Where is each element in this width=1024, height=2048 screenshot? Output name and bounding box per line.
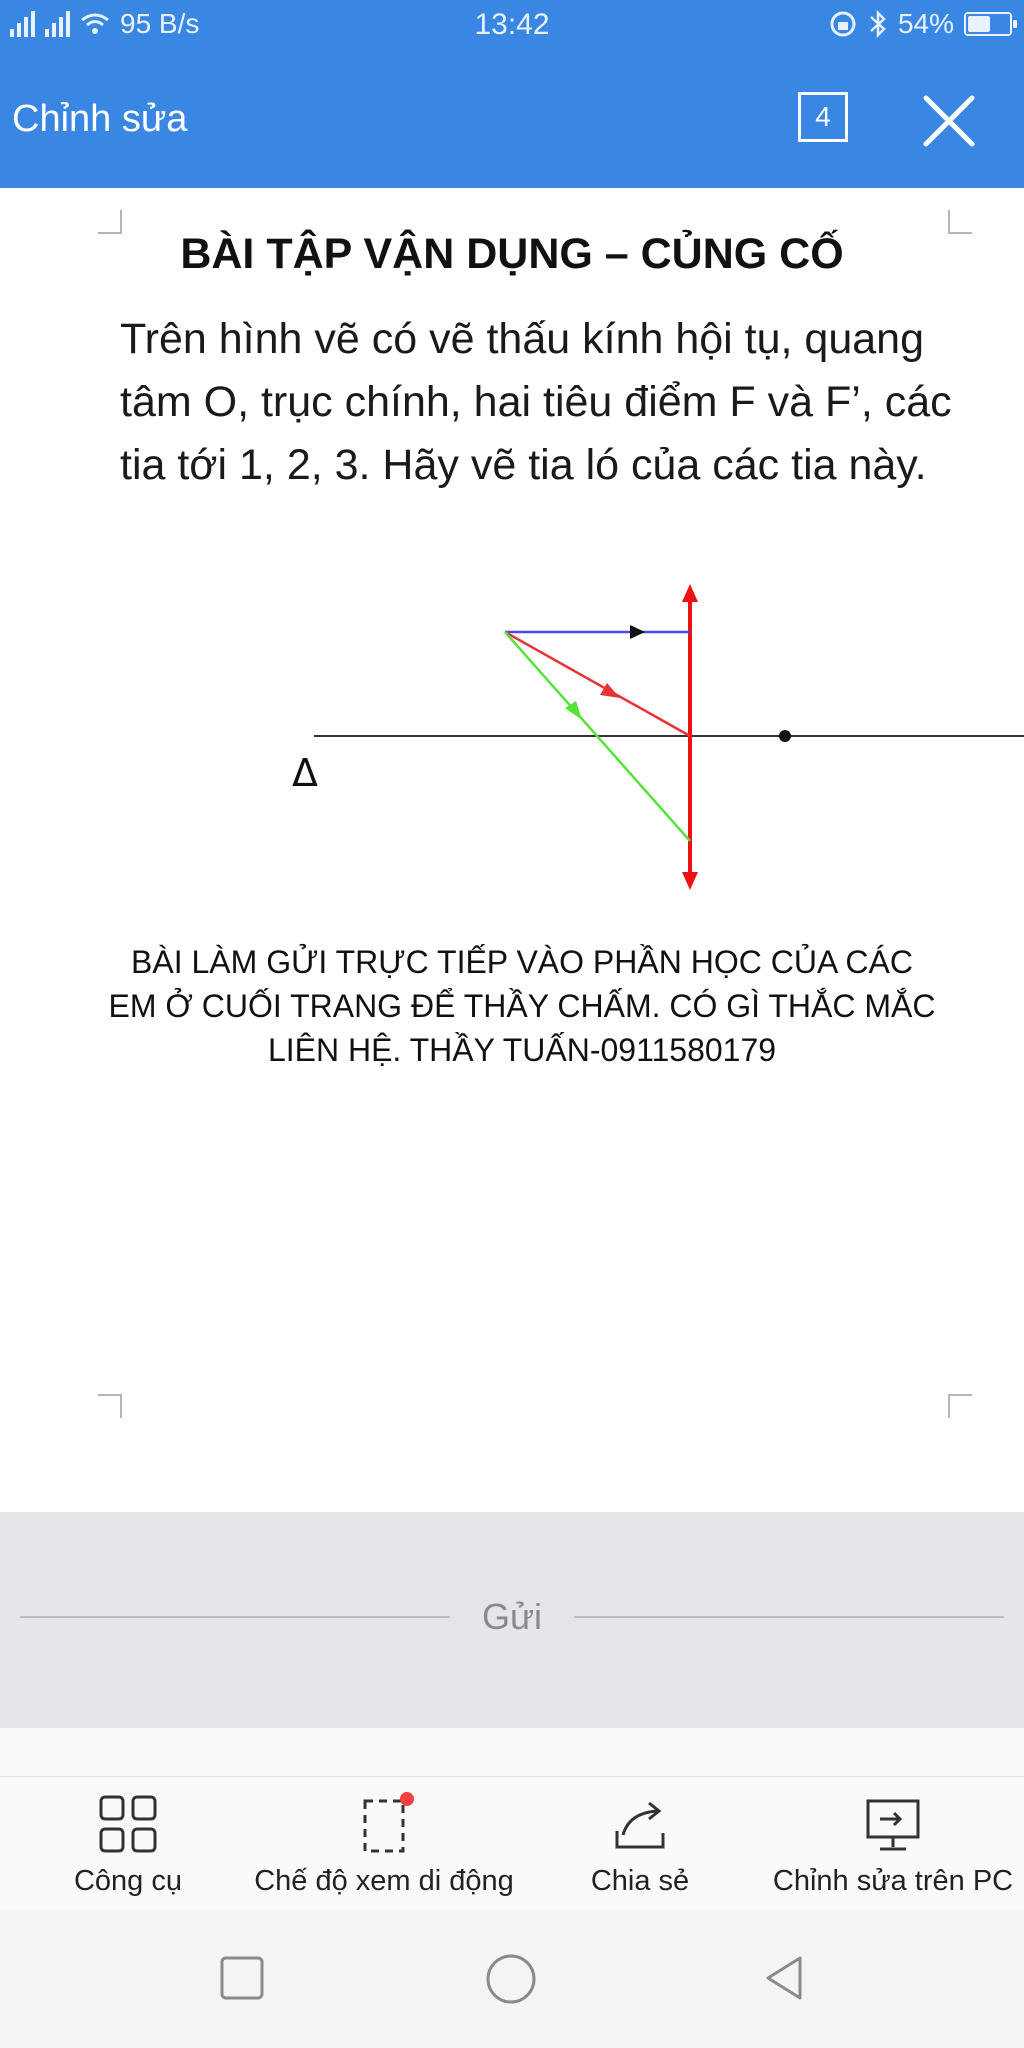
battery-fill (968, 16, 990, 32)
lens-arrow-bottom (682, 872, 698, 890)
mobile-view-button[interactable]: Chế độ xem di động (252, 1791, 516, 1898)
mobile-view-label: Chế độ xem di động (254, 1865, 514, 1897)
home-icon[interactable] (484, 1952, 538, 2006)
lens-diagram: Δ (292, 584, 1024, 890)
crop-mark-bottom-left (98, 1394, 122, 1418)
close-icon[interactable] (920, 92, 978, 150)
bottom-toolbar: Công cụ Chế độ xem di động Chia sẻ Chỉnh… (0, 1776, 1024, 1911)
ray-2-arrow (600, 683, 620, 698)
battery-icon (964, 12, 1017, 36)
share-icon (615, 1801, 665, 1849)
crop-mark-bottom-right (948, 1394, 972, 1418)
document-page: BÀI TẬP VẬN DỤNG – CỦNG CỐ Trên hình vẽ … (0, 188, 1024, 1512)
pc-edit-icon (866, 1799, 920, 1851)
note-line: EM Ở CUỐI TRANG ĐỂ THẦY CHẤM. CÓ GÌ THẮC… (108, 988, 936, 1024)
system-nav-bar (0, 1910, 1024, 2048)
send-button[interactable]: Gửi (0, 1596, 1024, 1638)
spacer (0, 1728, 1024, 1776)
ray-1-arrow (630, 625, 645, 639)
tools-label: Công cụ (73, 1865, 182, 1897)
notification-dot (400, 1792, 414, 1806)
battery-percent: 54% (897, 8, 954, 39)
share-button[interactable]: Chia sẻ (570, 1791, 710, 1898)
mobile-view-icon (363, 1792, 414, 1853)
note-line: LIÊN HỆ. THẦY TUẤN-0911580179 (267, 1032, 777, 1068)
submission-note: BÀI LÀM GỬI TRỰC TIẾP VÀO PHẦN HỌC CỦA C… (100, 940, 944, 1072)
edit-on-pc-label: Chỉnh sửa trên PC (772, 1865, 1014, 1897)
status-bar: 95 B/s 13:42 54% (0, 0, 1024, 52)
focal-point (779, 730, 791, 742)
status-right: 54% (828, 8, 1017, 40)
tools-grid-icon (99, 1795, 157, 1853)
exercise-heading: BÀI TẬP VẬN DỤNG – CỦNG CỐ (180, 230, 844, 278)
note-line: BÀI LÀM GỬI TRỰC TIẾP VÀO PHẦN HỌC CỦA C… (131, 944, 913, 980)
share-label: Chia sẻ (590, 1865, 690, 1897)
rotation-lock-icon (830, 11, 856, 37)
send-area: Gửi (0, 1512, 1024, 1728)
tools-button[interactable]: Công cụ (58, 1791, 198, 1898)
page-title: Chỉnh sửa (12, 98, 188, 140)
lens-arrow-top (682, 584, 698, 602)
bluetooth-icon (870, 9, 886, 39)
recent-apps-icon[interactable] (218, 1954, 266, 2002)
incident-ray-2 (504, 630, 691, 738)
edit-on-pc-button[interactable]: Chỉnh sửa trên PC (768, 1791, 1018, 1898)
axis-label: Δ (292, 751, 318, 795)
exercise-text: Trên hình vẽ có vẽ thấu kính hội tụ, qua… (120, 315, 952, 489)
back-icon[interactable] (760, 1954, 808, 2002)
page-count-button[interactable]: 4 (798, 92, 848, 142)
app-bar: Chỉnh sửa 4 (0, 52, 1024, 188)
